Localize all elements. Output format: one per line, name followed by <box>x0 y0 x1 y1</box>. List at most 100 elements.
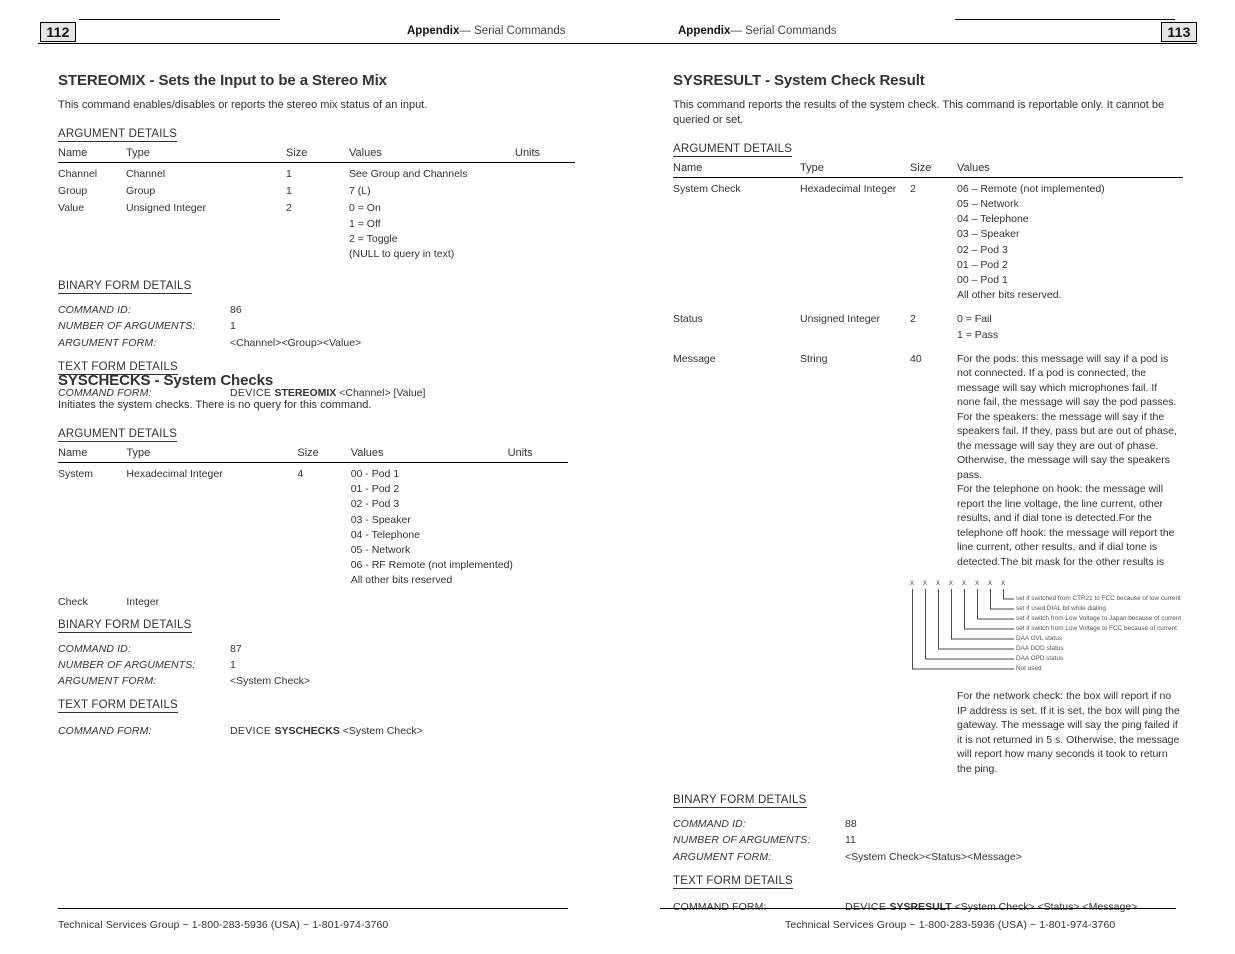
value-line: 7 (L) <box>349 185 371 198</box>
value-line: 0 = Fail <box>957 313 992 326</box>
cell-name: Message <box>673 352 716 365</box>
text-form-list-sysresult: COMMAND FORM: DEVICE SYSRESULT <System C… <box>673 899 1183 915</box>
text-form-row: COMMAND FORM: DEVICE SYSRESULT <System C… <box>673 899 1183 915</box>
header-rule-bottom <box>38 43 618 44</box>
cell-size <box>297 589 350 610</box>
table-row: Check Integer <box>58 589 568 610</box>
binary-key-command-id: COMMAND ID: <box>673 818 746 831</box>
value-line: 06 - RF Remote (not implemented) <box>350 559 513 572</box>
footer-rule-left <box>58 908 568 909</box>
binary-key-argument-form: ARGUMENT FORM: <box>58 336 157 349</box>
cell-size: 1 <box>286 167 292 180</box>
message-paragraph-network: For the network check: the box will repo… <box>957 690 1180 775</box>
cell-type: Channel <box>126 167 166 180</box>
binary-form-row: COMMAND ID: 88 <box>673 816 1183 832</box>
argument-details-label-syschecks: ARGUMENT DETAILS <box>58 427 178 442</box>
text-value-command-form: DEVICE SYSCHECKS <System Check> <box>230 723 423 739</box>
section-title-stereomix: STEREOMIX - Sets the Input to be a Stere… <box>58 72 387 89</box>
cell-type: Unsigned Integer <box>800 313 880 326</box>
command-keyword: SYSCHECKS <box>274 725 340 738</box>
bitmask-label-2: set if switch from Low Voltage to Japan … <box>1016 615 1182 623</box>
text-form-list-syschecks: COMMAND FORM: DEVICE SYSCHECKS <System C… <box>58 723 568 739</box>
section-description-syschecks: Initiates the system checks. There is no… <box>58 399 372 411</box>
value-line: 2 = Toggle <box>349 232 398 245</box>
binary-form-row: NUMBER OF ARGUMENTS: 11 <box>673 832 1183 848</box>
value-line: 01 - Pod 2 <box>350 483 400 496</box>
cell-values: 0 = Fail 1 = Pass <box>957 303 1183 342</box>
column-header-units: Units <box>507 446 568 463</box>
column-header-size: Size <box>286 146 349 163</box>
cell-name: Value <box>58 202 85 215</box>
section-description-stereomix: This command enables/disables or reports… <box>58 99 428 111</box>
value-line: See Group and Channels <box>349 167 468 180</box>
bitmask-label-4: DAA OVL status <box>1016 635 1062 643</box>
cell-values: 06 – Remote (not implemented) 05 – Netwo… <box>957 177 1183 303</box>
binary-value-argument-form: <System Check><Status><Message> <box>845 850 1022 863</box>
cell-type: String <box>800 352 828 365</box>
column-header-type: Type <box>126 146 286 163</box>
page-number-left: 112 <box>40 22 76 42</box>
header-right: 113 Appendix— Serial Commands <box>617 0 1235 50</box>
binary-form-label-stereomix: BINARY FORM DETAILS <box>58 280 192 295</box>
section-title-sysresult: SYSRESULT - System Check Result <box>673 72 925 89</box>
argument-details-label-sysresult: ARGUMENT DETAILS <box>673 142 793 157</box>
binary-key-num-arguments: NUMBER OF ARGUMENTS: <box>58 658 196 671</box>
value-line: All other bits reserved <box>350 574 453 587</box>
value-line: 05 - Network <box>350 543 411 556</box>
cell-size: 40 <box>910 352 922 365</box>
bitmask-label-0: set if switched from CTR21 to FCC becaus… <box>1016 595 1181 603</box>
table-row: Status Unsigned Integer 2 0 = Fail 1 = P… <box>673 303 1183 342</box>
value-line: 04 - Telephone <box>350 528 420 541</box>
cell-units <box>515 162 575 182</box>
bitmask-label-5: DAA DOD status <box>1016 645 1064 653</box>
binary-key-num-arguments: NUMBER OF ARGUMENTS: <box>58 320 196 333</box>
section-description-sysresult: This command reports the results of the … <box>673 99 1165 126</box>
binary-key-num-arguments: NUMBER OF ARGUMENTS: <box>673 834 811 847</box>
cell-type: Group <box>126 185 156 198</box>
section-stereomix: STEREOMIX - Sets the Input to be a Stere… <box>58 72 575 401</box>
table-row: Channel Channel 1 See Group and Channels <box>58 162 575 182</box>
column-header-name: Name <box>673 161 800 178</box>
binary-form-list-sysresult: COMMAND ID: 88 NUMBER OF ARGUMENTS: 11 A… <box>673 816 1183 865</box>
argument-table-syschecks: Name Type Size Values Units System Hexad… <box>58 446 568 610</box>
cell-units <box>515 199 575 262</box>
binary-form-row: COMMAND ID: 87 <box>58 641 568 657</box>
header-appendix-label: Appendix <box>407 25 460 37</box>
value-line: 02 – Pod 3 <box>957 243 1008 256</box>
header-appendix-label: Appendix <box>678 25 731 37</box>
message-paragraph: For the pods: this message will say if a… <box>957 352 1177 481</box>
text-form-label-sysresult: TEXT FORM DETAILS <box>673 874 793 889</box>
binary-key-argument-form: ARGUMENT FORM: <box>58 675 157 688</box>
cell-size: 4 <box>297 467 304 480</box>
cell-values <box>351 589 508 610</box>
cell-name: System <box>58 467 94 480</box>
column-header-units: Units <box>515 146 575 163</box>
table-header-row: Name Type Size Values Units <box>58 146 575 163</box>
cell-name: Channel <box>58 167 98 180</box>
table-row: Group Group 1 7 (L) <box>58 182 575 199</box>
bitmask-diagram: x x x x x x x x set if switched from CTR… <box>902 577 1181 679</box>
value-line: 03 – Speaker <box>957 228 1020 241</box>
binary-value-command-id: 88 <box>845 818 857 831</box>
binary-form-label-syschecks: BINARY FORM DETAILS <box>58 618 192 633</box>
cell-size: 2 <box>286 202 292 215</box>
value-line: 0 = On <box>349 202 381 215</box>
page-number-right: 113 <box>1161 22 1197 42</box>
binary-form-row: ARGUMENT FORM: <Channel><Group><Value> <box>58 335 568 351</box>
column-header-values: Values <box>349 146 515 163</box>
binary-form-list-syschecks: COMMAND ID: 87 NUMBER OF ARGUMENTS: 1 AR… <box>58 641 568 690</box>
header-rule-bottom <box>617 43 1197 44</box>
command-keyword: SYSRESULT <box>889 900 952 913</box>
value-line: 06 – Remote (not implemented) <box>957 182 1105 195</box>
argument-details-label-stereomix: ARGUMENT DETAILS <box>58 127 178 142</box>
command-prefix: DEVICE <box>845 900 890 913</box>
value-line: 00 - Pod 1 <box>350 467 400 480</box>
cell-name: System Check <box>673 182 741 195</box>
cell-size: 2 <box>910 313 916 326</box>
value-line: 01 – Pod 2 <box>957 258 1008 271</box>
binary-value-command-id: 87 <box>230 642 242 655</box>
value-line: 1 = Pass <box>957 328 999 341</box>
cell-size: 2 <box>910 182 916 195</box>
header-section-label: — Serial Commands <box>730 25 837 37</box>
binary-form-row: ARGUMENT FORM: <System Check> <box>58 673 568 689</box>
